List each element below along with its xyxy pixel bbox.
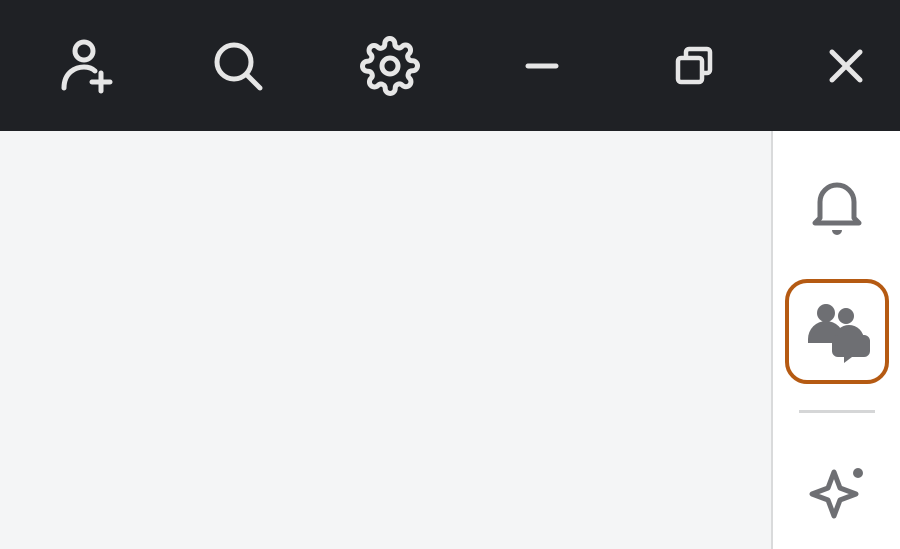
community-icon — [802, 299, 872, 365]
search-icon — [210, 38, 266, 94]
close-icon — [825, 45, 867, 87]
app-body — [0, 131, 900, 549]
divider — [799, 410, 875, 413]
side-rail — [773, 131, 900, 549]
bell-icon — [807, 174, 867, 240]
restore-icon — [672, 44, 716, 88]
close-button[interactable] — [816, 36, 876, 96]
settings-button[interactable] — [360, 36, 420, 96]
add-user-icon — [56, 36, 116, 96]
search-button[interactable] — [208, 36, 268, 96]
title-bar — [0, 0, 900, 131]
sidebar-copilot[interactable] — [785, 443, 889, 547]
gear-icon — [360, 36, 420, 96]
sidebar-activity[interactable] — [785, 155, 889, 259]
restore-button[interactable] — [664, 36, 724, 96]
sparkle-icon — [806, 464, 868, 526]
sidebar-community[interactable] — [785, 279, 889, 384]
add-contact-button[interactable] — [56, 36, 116, 96]
minimize-icon — [522, 46, 562, 86]
minimize-button[interactable] — [512, 36, 572, 96]
main-area — [0, 131, 773, 549]
